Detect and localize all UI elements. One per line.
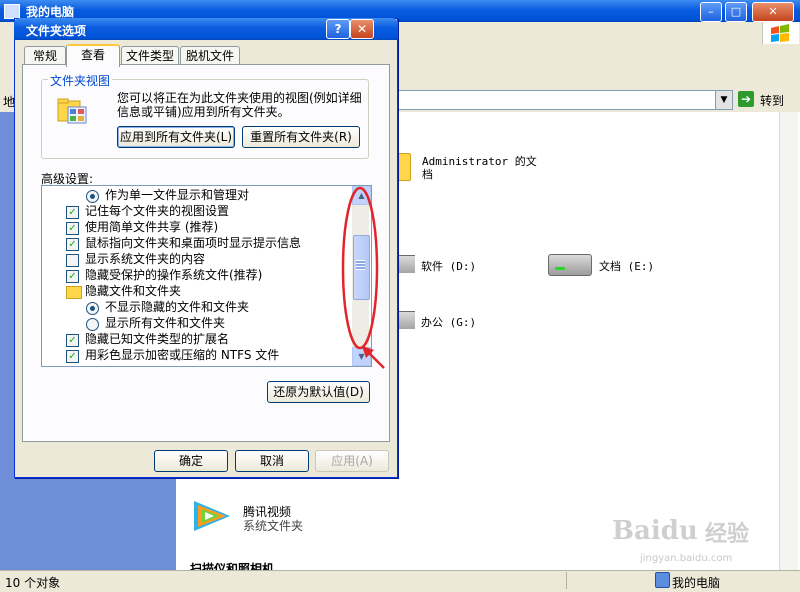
drive-g-label[interactable]: 办公 (G:) [421, 314, 476, 330]
restore-defaults-button[interactable]: 还原为默认值(D) [267, 381, 370, 403]
advanced-item-label[interactable]: 隐藏文件和文件夹 [85, 283, 181, 299]
admin-docs-label[interactable]: Administrator 的文档 [422, 155, 542, 181]
address-dropdown-button[interactable]: ▼ [715, 90, 733, 110]
advanced-checkbox[interactable]: ✓ [66, 334, 79, 347]
reset-all-folders-button[interactable]: 重置所有文件夹(R) [242, 126, 360, 148]
folder-view-group-label: 文件夹视图 [48, 72, 113, 89]
apply-to-all-folders-button[interactable]: 应用到所有文件夹(L) [117, 126, 235, 148]
maximize-button[interactable]: □ [725, 2, 747, 22]
advanced-item-label[interactable]: 隐藏已知文件类型的扩展名 [85, 331, 229, 347]
advanced-item-label[interactable]: 用彩色显示加密或压缩的 NTFS 文件 [85, 347, 279, 363]
tab-file-types[interactable]: 文件类型 [121, 46, 179, 65]
advanced-item-label[interactable]: 显示所有文件和文件夹 [105, 315, 225, 331]
advanced-item-label[interactable]: 记住每个文件夹的视图设置 [85, 203, 229, 219]
tab-general[interactable]: 常规 [24, 46, 66, 65]
scroll-thumb-grip [356, 260, 365, 270]
close-button[interactable]: ✕ [752, 2, 794, 22]
help-button[interactable]: ? [326, 19, 350, 39]
drive-e-label[interactable]: 文档 (E:) [599, 258, 654, 274]
status-location: 我的电脑 [672, 576, 721, 590]
tencent-video-subtitle: 系统文件夹 [243, 519, 304, 533]
go-arrow-icon[interactable]: ➔ [738, 91, 754, 107]
baidu-watermark-suffix: 经验 [705, 522, 750, 547]
ok-button[interactable]: 确定 [154, 450, 228, 472]
advanced-checkbox[interactable]: ✓ [66, 350, 79, 363]
advanced-checkbox[interactable]: ✓ [66, 222, 79, 235]
my-computer-icon [4, 4, 20, 19]
status-divider [566, 572, 567, 589]
baidu-watermark-logo: Baidu [612, 516, 698, 546]
go-button-label[interactable]: 转到 [760, 92, 784, 109]
content-scrollbar[interactable] [779, 112, 798, 570]
advanced-item-label[interactable]: 作为单一文件显示和管理对 [105, 187, 249, 203]
apply-button[interactable]: 应用(A) [315, 450, 389, 472]
scroll-down-arrow[interactable]: ▼ [352, 347, 371, 366]
drive-e-icon [548, 254, 592, 276]
watermark-url: jingyan.baidu.com [640, 553, 733, 564]
advanced-checkbox[interactable]: ✓ [66, 206, 79, 219]
windows-logo-icon [762, 22, 799, 44]
advanced-item-label[interactable]: 不显示隐藏的文件和文件夹 [105, 299, 249, 315]
status-object-count: 10 个对象 [5, 576, 61, 590]
tab-offline-files[interactable]: 脱机文件 [180, 46, 240, 65]
dialog-close-button[interactable]: ✕ [350, 19, 374, 39]
scanners-heading: 扫描仪和照相机 [190, 562, 275, 570]
dialog-title: 文件夹选项 [26, 24, 87, 38]
advanced-radio[interactable] [86, 190, 99, 203]
tencent-video-icon [194, 501, 230, 531]
advanced-item-label[interactable]: 显示系统文件夹的内容 [85, 251, 205, 267]
folder-view-description: 您可以将正在为此文件夹使用的视图(例如详细信息或平铺)应用到所有文件夹。 [117, 91, 362, 119]
advanced-checkbox[interactable]: ✓ [66, 238, 79, 251]
minimize-button[interactable]: – [700, 2, 722, 22]
cancel-button[interactable]: 取消 [235, 450, 309, 472]
advanced-radio[interactable] [86, 318, 99, 331]
advanced-item-label[interactable]: 隐藏受保护的操作系统文件(推荐) [85, 267, 262, 283]
advanced-item-label[interactable]: 使用简单文件共享 (推荐) [85, 219, 218, 235]
drive-d-icon [397, 255, 415, 273]
advanced-item-label[interactable]: 鼠标指向文件夹和桌面项时显示提示信息 [85, 235, 301, 251]
tab-view[interactable]: 查看 [66, 44, 120, 67]
scroll-up-arrow[interactable]: ▲ [352, 186, 371, 205]
advanced-radio[interactable] [86, 302, 99, 315]
advanced-checkbox[interactable] [66, 254, 79, 267]
advanced-checkbox[interactable]: ✓ [66, 270, 79, 283]
folder-icon [66, 286, 82, 299]
drive-d-label[interactable]: 软件 (D:) [421, 258, 476, 274]
drive-g-icon [397, 311, 415, 329]
computer-icon [655, 572, 670, 588]
folder-view-icon [57, 98, 87, 124]
address-input[interactable] [395, 90, 716, 110]
